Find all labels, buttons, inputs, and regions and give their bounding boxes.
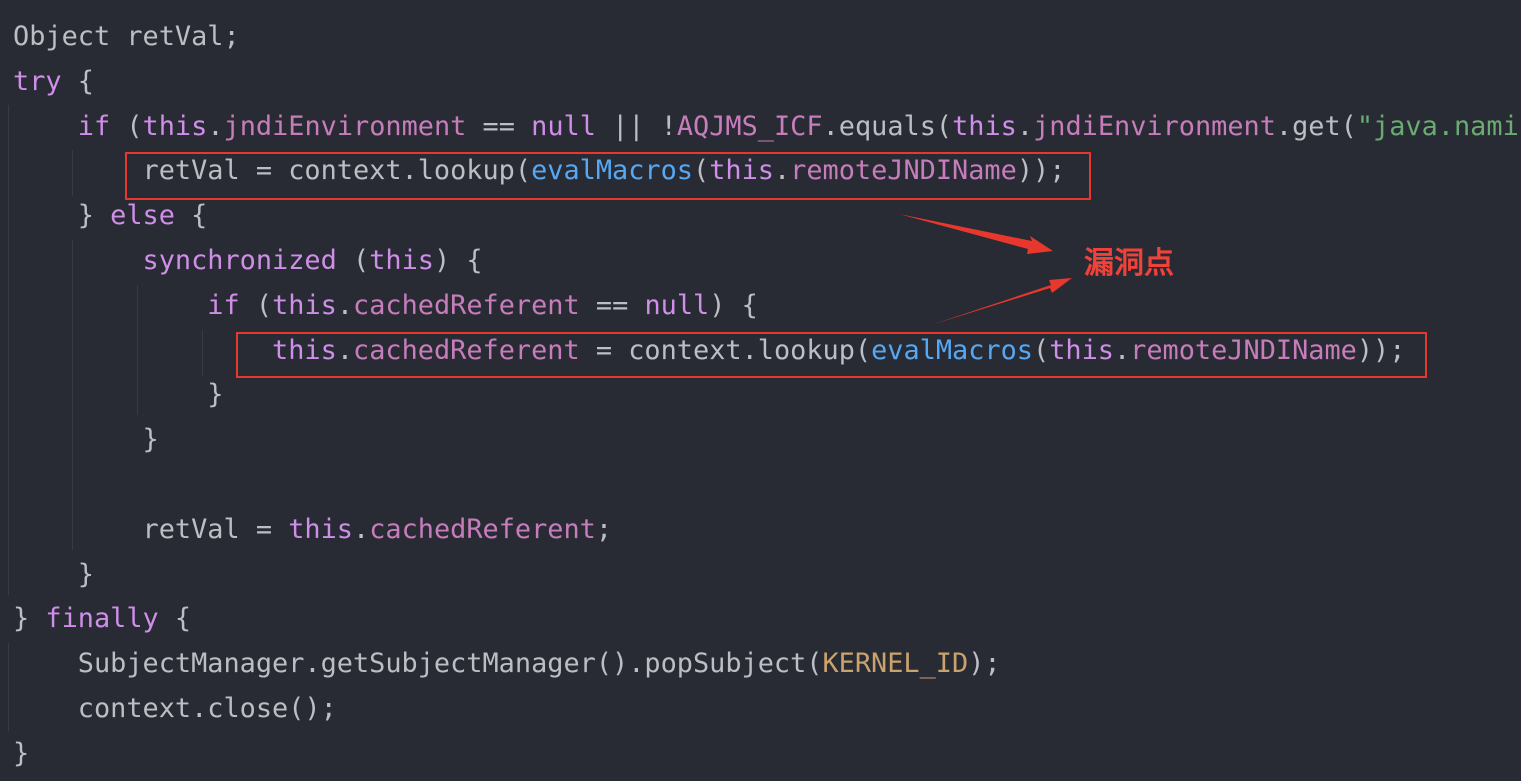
code-token: ( (239, 289, 273, 321)
code-text[interactable]: Object retVal; try { if (this.jndiEnviron… (13, 15, 1521, 777)
code-line[interactable]: synchronized (this) { (13, 239, 1521, 284)
vulnerable-line-highlight-1 (125, 152, 1091, 200)
code-token: this (142, 110, 208, 142)
code-line[interactable] (13, 463, 1521, 508)
code-line[interactable]: try { (13, 60, 1521, 105)
code-line[interactable]: Object retVal; (13, 15, 1521, 60)
code-token: retVal = (13, 513, 289, 545)
code-token: ( (336, 244, 370, 276)
code-token: else (110, 200, 175, 232)
code-token: finally (45, 603, 159, 635)
code-token: null (644, 289, 710, 321)
vulnerable-line-highlight-2 (236, 332, 1427, 378)
code-token: Object retVal; (13, 21, 240, 52)
code-line[interactable]: } (13, 373, 1521, 418)
code-token: context.close(); (13, 692, 337, 724)
code-token: KERNEL_ID (822, 648, 969, 680)
code-token: ( (110, 110, 143, 142)
code-token: jndiEnvironment (1033, 110, 1276, 142)
indent-guide (8, 643, 9, 731)
code-token: jndiEnvironment (223, 110, 467, 142)
code-token: { (158, 603, 192, 635)
code-token: synchronized (142, 244, 337, 276)
code-token: this (288, 513, 353, 545)
code-token: || ! (595, 110, 677, 142)
code-token: this (952, 110, 1017, 142)
code-token: ); (968, 648, 1001, 680)
code-token: null (531, 110, 596, 142)
code-token: } (13, 737, 30, 769)
code-line[interactable]: retVal = this.cachedReferent; (13, 508, 1521, 553)
code-token: } (13, 379, 224, 411)
code-token: if (207, 289, 240, 321)
code-token: { (174, 200, 208, 232)
code-token: cachedReferent (369, 513, 596, 545)
code-line[interactable]: SubjectManager.getSubjectManager().popSu… (13, 642, 1521, 687)
code-line[interactable]: } (13, 418, 1521, 463)
code-token: } (13, 424, 159, 456)
code-token: == (466, 110, 532, 142)
code-line[interactable]: if (this.cachedReferent == null) { (13, 284, 1521, 329)
code-token: .get( (1275, 110, 1357, 142)
code-token: { (61, 65, 94, 97)
code-line[interactable]: context.close(); (13, 687, 1521, 732)
code-token: . (353, 513, 370, 545)
indent-guide (8, 105, 9, 595)
code-line[interactable]: } finally { (13, 597, 1521, 642)
code-token: == (579, 289, 645, 321)
code-line[interactable]: } (13, 732, 1521, 777)
code-token: } (13, 200, 111, 232)
code-line[interactable]: } else { (13, 194, 1521, 239)
code-token: ) { (433, 244, 483, 276)
code-line[interactable]: if (this.jndiEnvironment == null || !AQJ… (13, 105, 1521, 150)
code-token: if (77, 110, 111, 142)
code-token: ; (595, 513, 613, 545)
code-token: try (13, 65, 62, 97)
code-token: .equals( (822, 110, 953, 142)
code-token: this (369, 244, 434, 276)
code-token: . (336, 289, 354, 321)
code-token: "java.naming (1356, 110, 1521, 142)
code-token: cachedReferent (353, 289, 580, 321)
code-line[interactable]: } (13, 553, 1521, 598)
code-token: AQJMS_ICF (676, 110, 823, 142)
code-token: SubjectManager.getSubjectManager().popSu… (13, 648, 823, 680)
code-token: } (13, 558, 94, 590)
code-editor[interactable]: Object retVal; try { if (this.jndiEnviron… (0, 0, 1521, 781)
vulnerability-label: 漏洞点 (1084, 246, 1174, 281)
code-token: } (13, 603, 46, 635)
code-token: . (207, 110, 224, 142)
code-token: ) { (709, 289, 758, 321)
code-token: . (1016, 110, 1034, 142)
code-token: this (272, 289, 337, 321)
